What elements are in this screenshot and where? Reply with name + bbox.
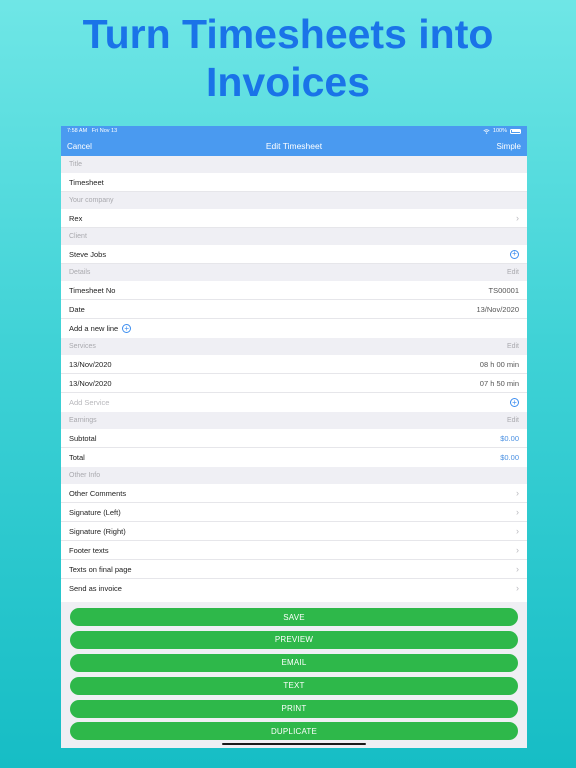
add-service-placeholder: Add Service bbox=[69, 398, 110, 407]
total-label: Total bbox=[69, 453, 85, 462]
section-header-other-info: Other Info bbox=[61, 467, 527, 484]
texts-final-page-row[interactable]: Texts on final page › bbox=[61, 560, 527, 579]
send-as-invoice-label: Send as invoice bbox=[69, 584, 122, 593]
chevron-right-icon: › bbox=[516, 506, 519, 517]
client-value: Steve Jobs bbox=[69, 249, 107, 259]
service-row[interactable]: 13/Nov/2020 07 h 50 min bbox=[61, 374, 527, 393]
section-header-details: Details Edit bbox=[61, 264, 527, 281]
other-comments-label: Other Comments bbox=[69, 488, 127, 498]
save-button[interactable]: SAVE bbox=[70, 608, 518, 626]
headline: Turn Timesheets into Invoices bbox=[0, 10, 576, 106]
signature-left-row[interactable]: Signature (Left) › bbox=[61, 503, 527, 522]
texts-final-page-label: Texts on final page bbox=[69, 564, 132, 574]
add-client-icon[interactable]: + bbox=[510, 249, 519, 259]
timesheet-no-value: TS00001 bbox=[488, 285, 519, 295]
subtotal-value: $0.00 bbox=[500, 433, 519, 443]
title-value: Timesheet bbox=[69, 177, 104, 187]
text-button[interactable]: TEXT bbox=[70, 676, 518, 695]
section-title-label: Title bbox=[69, 161, 82, 168]
service-duration: 08 h 00 min bbox=[479, 359, 519, 369]
chevron-right-icon: › bbox=[516, 563, 519, 574]
service-duration: 07 h 50 min bbox=[479, 378, 519, 388]
device-screen: 7:58 AM Fri Nov 13 100% Cancel Edit Time… bbox=[61, 126, 527, 748]
add-service-row[interactable]: Add Service + bbox=[61, 393, 527, 412]
simple-mode-button[interactable]: Simple bbox=[497, 142, 521, 151]
timesheet-no-label: Timesheet No bbox=[69, 285, 116, 295]
company-value: Rex bbox=[69, 213, 83, 223]
signature-left-label: Signature (Left) bbox=[69, 507, 121, 517]
chevron-right-icon: › bbox=[516, 487, 519, 498]
print-button[interactable]: PRINT bbox=[70, 699, 518, 718]
other-comments-row[interactable]: Other Comments › bbox=[61, 484, 527, 503]
section-header-company: Your company bbox=[61, 192, 527, 209]
battery-percent: 100% bbox=[492, 128, 507, 134]
details-edit-button[interactable]: Edit bbox=[507, 269, 519, 276]
section-services-label: Services bbox=[69, 343, 96, 350]
chevron-right-icon: › bbox=[516, 583, 519, 593]
total-row: Total $0.00 bbox=[61, 448, 527, 467]
battery-icon bbox=[510, 128, 521, 134]
status-date: Fri Nov 13 bbox=[91, 128, 118, 134]
date-label: Date bbox=[69, 304, 85, 314]
chevron-right-icon: › bbox=[516, 525, 519, 536]
chevron-right-icon: › bbox=[516, 544, 519, 555]
section-details-label: Details bbox=[69, 269, 91, 276]
title-field[interactable]: Timesheet bbox=[61, 173, 527, 192]
headline-line-2: Invoices bbox=[205, 59, 371, 105]
cancel-button[interactable]: Cancel bbox=[67, 142, 92, 151]
action-buttons: SAVE PREVIEW EMAIL TEXT PRINT DUPLICATE bbox=[61, 602, 527, 748]
section-other-info-label: Other Info bbox=[69, 472, 101, 479]
status-time: 7:58 AM bbox=[67, 128, 88, 134]
subtotal-label: Subtotal bbox=[69, 433, 97, 443]
service-date: 13/Nov/2020 bbox=[69, 359, 112, 369]
add-new-line-label: Add a new line bbox=[69, 324, 119, 333]
add-line-icon[interactable]: + bbox=[122, 324, 132, 333]
add-service-icon[interactable]: + bbox=[510, 398, 519, 407]
timesheet-no-row[interactable]: Timesheet No TS00001 bbox=[61, 281, 527, 300]
services-edit-button[interactable]: Edit bbox=[507, 343, 519, 350]
service-row[interactable]: 13/Nov/2020 08 h 00 min bbox=[61, 355, 527, 374]
date-row[interactable]: Date 13/Nov/2020 bbox=[61, 300, 527, 319]
signature-right-row[interactable]: Signature (Right) › bbox=[61, 522, 527, 541]
section-company-label: Your company bbox=[69, 197, 114, 204]
section-header-services: Services Edit bbox=[61, 338, 527, 355]
company-row[interactable]: Rex › bbox=[61, 209, 527, 228]
add-new-line-row[interactable]: Add a new line + bbox=[61, 319, 527, 338]
preview-button[interactable]: PREVIEW bbox=[70, 630, 518, 649]
earnings-edit-button[interactable]: Edit bbox=[507, 417, 519, 424]
navigation-bar: Cancel Edit Timesheet Simple bbox=[61, 136, 527, 156]
nav-title: Edit Timesheet bbox=[265, 141, 323, 151]
service-date: 13/Nov/2020 bbox=[69, 378, 112, 388]
section-client-label: Client bbox=[69, 233, 87, 240]
status-bar: 7:58 AM Fri Nov 13 100% bbox=[61, 126, 527, 136]
send-as-invoice-row[interactable]: Send as invoice › bbox=[61, 579, 527, 598]
section-earnings-label: Earnings bbox=[69, 417, 97, 424]
total-value: $0.00 bbox=[500, 453, 519, 462]
section-header-client: Client bbox=[61, 228, 527, 245]
client-row[interactable]: Steve Jobs + bbox=[61, 245, 527, 264]
signature-right-label: Signature (Right) bbox=[69, 526, 126, 536]
headline-line-1: Turn Timesheets into bbox=[82, 11, 494, 57]
wifi-icon bbox=[483, 128, 490, 134]
chevron-right-icon: › bbox=[516, 212, 519, 223]
section-header-title: Title bbox=[61, 156, 527, 173]
email-button[interactable]: EMAIL bbox=[70, 653, 518, 672]
duplicate-button[interactable]: DUPLICATE bbox=[70, 722, 518, 741]
footer-texts-row[interactable]: Footer texts › bbox=[61, 541, 527, 560]
footer-texts-label: Footer texts bbox=[69, 545, 109, 555]
home-indicator bbox=[222, 742, 366, 745]
date-value: 13/Nov/2020 bbox=[476, 304, 519, 314]
section-header-earnings: Earnings Edit bbox=[61, 412, 527, 429]
subtotal-row: Subtotal $0.00 bbox=[61, 429, 527, 448]
